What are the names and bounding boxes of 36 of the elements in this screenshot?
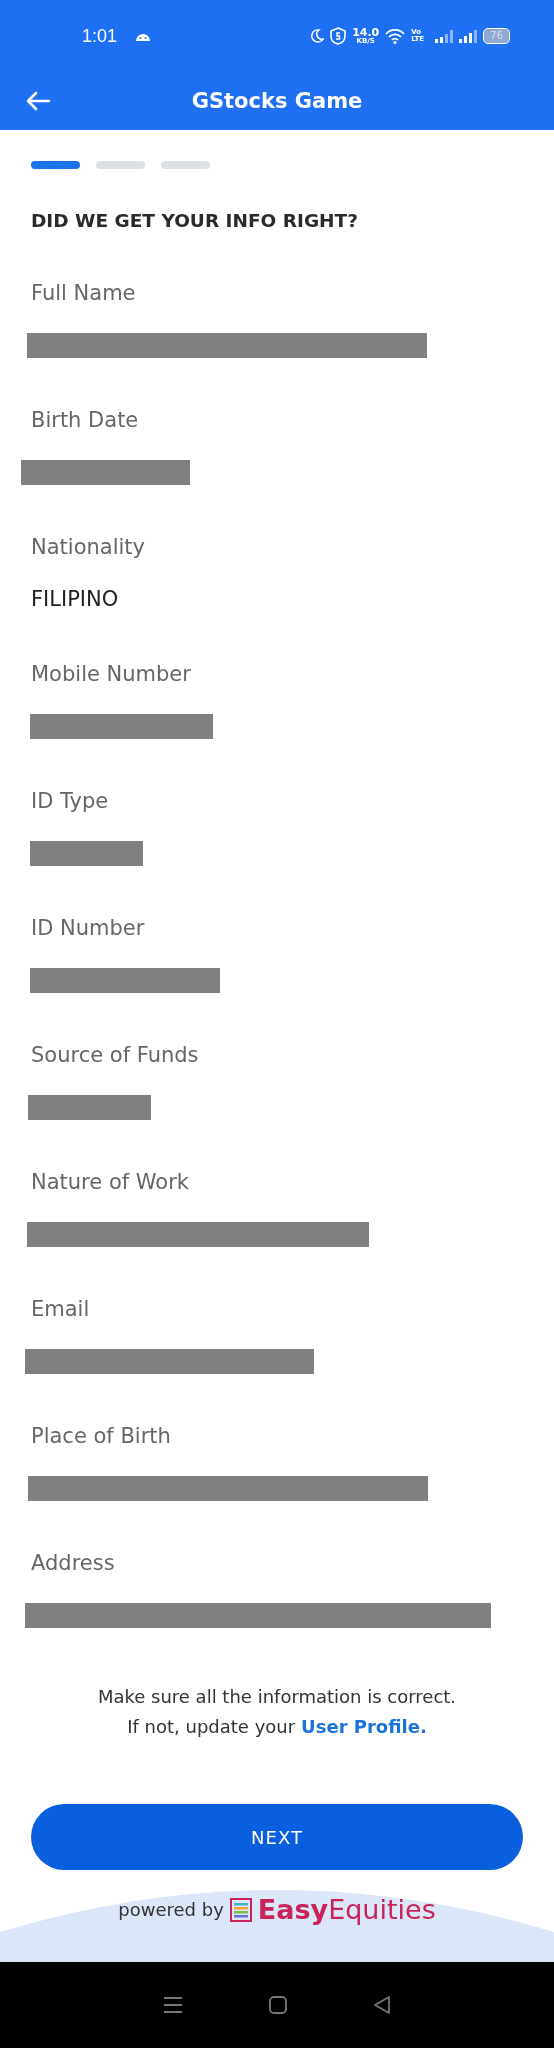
menu-icon: [162, 1996, 184, 2014]
battery-indicator: 76: [483, 28, 510, 44]
field-label: Place of Birth: [31, 1423, 172, 1450]
abacus-logo-icon: [229, 1897, 252, 1922]
field-label: Source of Funds: [31, 1042, 200, 1069]
field-label: ID Type: [31, 788, 110, 815]
field-label: Full Name: [31, 280, 137, 307]
signal-icon: [435, 29, 454, 43]
field-label: ID Number: [31, 915, 146, 942]
wifi-icon: [385, 28, 406, 44]
signal-icon: [459, 29, 478, 43]
field-label: Nature of Work: [31, 1169, 190, 1196]
field-label: Address: [31, 1550, 116, 1577]
field-label: Birth Date: [31, 407, 140, 434]
back-arrow-icon: [25, 91, 51, 111]
network-speed: 14.0: [352, 27, 380, 38]
robot-icon: [135, 31, 152, 41]
info-text: Make sure all the information is correct.: [97, 1685, 457, 1709]
home-square-icon: [268, 1995, 288, 2015]
shield-icon: [330, 27, 347, 45]
next-button[interactable]: NEXT: [31, 1804, 523, 1870]
moon-icon: [310, 29, 325, 43]
clock-time: 1:01: [82, 25, 118, 47]
back-button[interactable]: [25, 91, 51, 111]
powered-by-text: powered by: [118, 1899, 224, 1920]
back-triangle-icon: [372, 1995, 392, 2015]
user-profile-link[interactable]: User Profile.: [301, 1712, 427, 1742]
field-label: Mobile Number: [31, 661, 192, 688]
brand-name: Easy: [257, 1894, 329, 1925]
field-value: FILIPINO: [31, 586, 119, 613]
field-label: Email: [31, 1296, 91, 1323]
section-heading: DID WE GET YOUR INFO RIGHT?: [30, 209, 359, 233]
brand-name: Equities: [328, 1894, 436, 1925]
field-label: Nationality: [31, 534, 146, 561]
screen-title: GStocks Game: [190, 89, 364, 113]
info-text: If not, update your: [127, 1715, 296, 1739]
